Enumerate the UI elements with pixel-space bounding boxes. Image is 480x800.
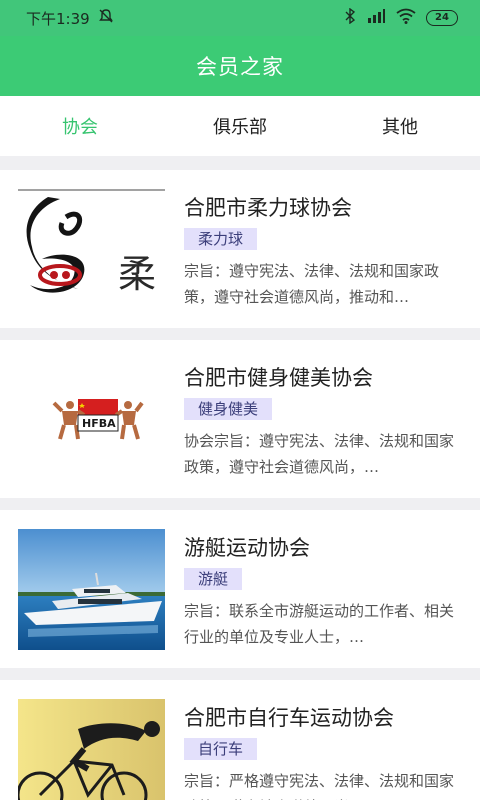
thumbnail-yacht — [18, 529, 165, 650]
tab-club[interactable]: 俱乐部 — [160, 96, 320, 156]
thumbnail-rouliqiu: 柔 — [18, 189, 165, 310]
status-bar: 下午1:39 24 — [0, 0, 480, 36]
list-item[interactable]: 游艇运动协会 游艇 宗旨：联系全市游艇运动的工作者、相关行业的单位及专业人士，… — [0, 510, 480, 668]
signal-icon — [366, 8, 386, 28]
item-title: 合肥市自行车运动协会 — [184, 706, 394, 730]
app-bar: 会员之家 — [0, 36, 480, 96]
mute-bell-icon — [98, 8, 114, 28]
association-list: 柔 合肥市柔力球协会 柔力球 宗旨：遵守宪法、法律、法规和国家政策，遵守社会道德… — [0, 156, 480, 800]
wifi-icon — [396, 8, 416, 28]
hfba-label: HFBA — [82, 417, 116, 430]
bluetooth-icon — [344, 7, 356, 28]
item-title: 合肥市柔力球协会 — [184, 196, 352, 220]
tab-association[interactable]: 协会 — [0, 96, 160, 156]
item-description: 宗旨：联系全市游艇运动的工作者、相关行业的单位及专业人士，… — [184, 602, 455, 646]
list-item[interactable]: HFBA 合肥市健身健美协会 健身健美 协会宗旨：遵守宪法、法律、法规和国家政策… — [0, 340, 480, 498]
item-description: 协会宗旨：遵守宪法、法律、法规和国家政策，遵守社会道德风尚，… — [184, 432, 455, 476]
list-item[interactable]: 柔 合肥市柔力球协会 柔力球 宗旨：遵守宪法、法律、法规和国家政策，遵守社会道德… — [0, 170, 480, 328]
item-title: 合肥市健身健美协会 — [184, 366, 373, 390]
thumbnail-hfba: HFBA — [18, 359, 165, 480]
tab-bar: 协会 俱乐部 其他 — [0, 96, 480, 156]
item-tag: 柔力球 — [184, 228, 258, 250]
item-description: 宗旨：遵守宪法、法律、法规和国家政策，遵守社会道德风尚，推动和… — [184, 262, 440, 306]
item-tag: 自行车 — [184, 738, 258, 760]
tab-other[interactable]: 其他 — [320, 96, 480, 156]
list-item[interactable]: 合肥市自行车运动协会 自行车 宗旨：严格遵守宪法、法律、法规和国家政策，遵守社会… — [0, 680, 480, 800]
page-title: 会员之家 — [196, 55, 284, 79]
item-tag: 健身健美 — [184, 398, 273, 420]
status-time: 下午1:39 — [26, 9, 90, 28]
item-title: 游艇运动协会 — [184, 536, 310, 560]
thumbnail-rouliqiu-text: 柔 — [118, 252, 157, 296]
battery-icon: 24 — [426, 10, 458, 26]
thumbnail-cycling — [18, 699, 165, 800]
item-description: 宗旨：严格遵守宪法、法律、法规和国家政策，遵守社会道德风尚，… — [184, 772, 455, 800]
item-tag: 游艇 — [184, 568, 243, 590]
